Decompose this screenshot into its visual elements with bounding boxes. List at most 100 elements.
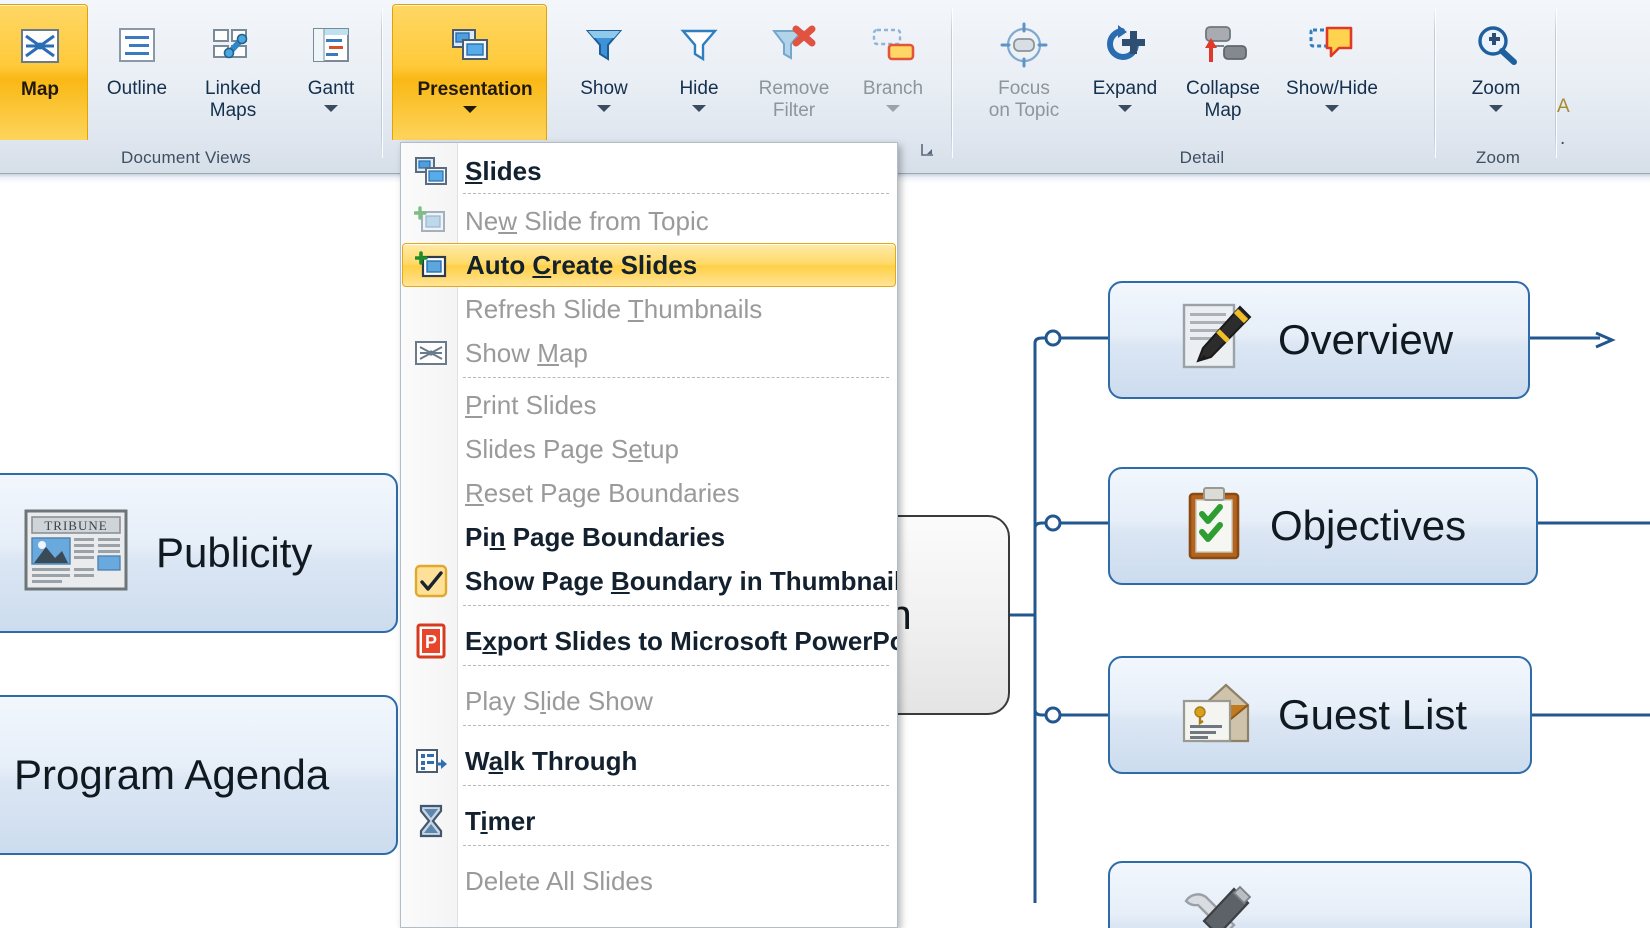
menu-separator-3: [463, 605, 889, 607]
ribbon-button-remove-filter: Remove Filter: [746, 4, 842, 140]
clipboard-check-icon: [1182, 486, 1248, 567]
chevron-down-icon[interactable]: [692, 105, 706, 112]
menu-item-show-page-boundary-in-thumbnails[interactable]: Show Page Boundary in Thumbnails: [402, 559, 898, 603]
ribbon-button-partial-label[interactable]: A: [1557, 96, 1570, 118]
ribbon-separator-3: [1434, 8, 1435, 158]
menu-item-show-map: Show Map: [402, 331, 896, 375]
chevron-down-icon[interactable]: [324, 105, 338, 112]
slides-icon: [411, 151, 451, 191]
ribbon-button-zoom[interactable]: Zoom: [1448, 4, 1544, 140]
menu-item-export-slides-to-powerpoint[interactable]: P Export Slides to Microsoft PowerPoint: [402, 619, 897, 663]
chevron-down-icon[interactable]: [597, 105, 611, 112]
ribbon-button-hide-label: Hide: [679, 78, 719, 99]
ribbon-button-outline[interactable]: Outline: [89, 4, 185, 140]
new-slide-icon: [412, 246, 452, 286]
ribbon-separator-4: [1555, 8, 1556, 158]
ribbon-button-hide[interactable]: Hide: [651, 4, 747, 140]
ribbon-button-collapse-map[interactable]: Collapse Map: [1175, 4, 1271, 140]
chevron-down-icon[interactable]: [1118, 105, 1132, 112]
menu-item-refresh-slide-thumbnails-label: Refresh Slide Thumbnails: [465, 293, 763, 324]
map-icon: [411, 333, 451, 373]
ribbon-button-zoom-label: Zoom: [1471, 78, 1521, 99]
ribbon-button-outline-label: Outline: [106, 78, 168, 99]
ribbon-button-gantt[interactable]: Gantt: [283, 4, 379, 140]
ribbon-button-expand[interactable]: Expand: [1077, 4, 1173, 140]
chevron-down-icon: [886, 105, 900, 112]
ribbon-button-focus-on-topic: Focus on Topic: [970, 4, 1078, 140]
ribbon-button-show[interactable]: Show: [556, 4, 652, 140]
map-topic-publicity-label: Publicity: [156, 529, 313, 576]
menu-item-delete-all-slides: Delete All Slides: [402, 859, 896, 903]
checkbox-checked-icon[interactable]: [411, 561, 451, 601]
collapse-map-icon: [1196, 14, 1250, 76]
map-topic-guest-list-label: Guest List: [1278, 691, 1468, 738]
map-topic-guest-list[interactable]: Guest List: [1108, 656, 1532, 774]
menu-item-slides[interactable]: Slides: [402, 149, 896, 193]
menu-item-show-page-boundary-in-thumbnails-label: Show Page Boundary in Thumbnails: [465, 565, 898, 596]
powerpoint-icon: P: [411, 621, 451, 661]
menu-item-auto-create-slides-label: Auto Create Slides: [466, 249, 698, 280]
menu-item-show-map-label: Show Map: [465, 337, 588, 368]
walk-through-icon: [411, 741, 451, 781]
ribbon-button-map-label: Map: [21, 79, 59, 100]
menu-item-refresh-slide-thumbnails: Refresh Slide Thumbnails: [402, 287, 896, 331]
zoom-in-icon: [1472, 14, 1520, 76]
menu-separator-5: [463, 725, 889, 727]
menu-item-slides-page-setup: Slides Page Setup: [402, 427, 896, 471]
menu-item-auto-create-slides[interactable]: Auto Create Slides: [402, 243, 896, 287]
envelope-card-icon: [1178, 675, 1256, 756]
ribbon-group-label-zoom: Zoom: [1475, 148, 1521, 167]
ribbon-button-presentation[interactable]: Presentation: [392, 4, 547, 140]
ribbon-button-gantt-label: Gantt: [307, 78, 355, 99]
menu-separator-1: [463, 193, 889, 195]
svg-text:P: P: [425, 632, 437, 652]
chevron-down-icon[interactable]: [462, 106, 477, 113]
ribbon-button-focus-on-topic-label: Focus on Topic: [988, 78, 1060, 121]
chevron-down-icon[interactable]: [1325, 105, 1339, 112]
newspaper-icon: TRIBUNE: [22, 505, 134, 602]
menu-item-timer[interactable]: Timer: [402, 799, 896, 843]
menu-item-walk-through[interactable]: Walk Through: [402, 739, 896, 783]
ribbon-group-document-views: Map Outline Linked Maps Gantt Document V…: [0, 0, 372, 173]
ribbon-button-branch-label: Branch: [862, 78, 924, 99]
ribbon-button-show-hide[interactable]: Show/Hide: [1274, 4, 1390, 140]
ribbon-button-presentation-label: Presentation: [417, 79, 533, 100]
show-hide-icon: [1305, 14, 1359, 76]
menu-item-print-slides: Print Slides: [402, 383, 896, 427]
map-topic-tools[interactable]: [1108, 861, 1532, 928]
ribbon-button-show-hide-label: Show/Hide: [1286, 78, 1378, 99]
menu-separator-6: [463, 785, 889, 787]
presentation-dropdown-menu[interactable]: Slides New Slide from Topic Auto Create …: [400, 142, 898, 928]
ribbon-group-detail: Focus on Topic Expand Collapse Map Show/…: [962, 0, 1432, 173]
map-topic-objectives-label: Objectives: [1270, 502, 1467, 549]
map-topic-objectives[interactable]: Objectives: [1108, 467, 1538, 585]
menu-item-new-slide-from-topic-label: New Slide from Topic: [465, 205, 709, 236]
menu-separator-4: [463, 665, 889, 667]
menu-separator-2: [463, 377, 889, 379]
ribbon-separator-1: [381, 8, 382, 158]
ribbon-button-expand-label: Expand: [1092, 78, 1158, 99]
ribbon-group-label-detail: Detail: [1179, 148, 1225, 167]
ribbon-group-partial: A .: [1557, 0, 1650, 173]
map-topic-overview[interactable]: Overview: [1108, 281, 1530, 399]
menu-item-pin-page-boundaries[interactable]: Pin Page Boundaries: [402, 515, 896, 559]
branch-filter-icon: [867, 14, 919, 76]
filter-dialog-launcher[interactable]: [920, 142, 936, 158]
tools-icon: [1178, 883, 1256, 928]
ribbon-button-collapse-map-label: Collapse Map: [1186, 78, 1260, 121]
document-pen-icon: [1178, 301, 1256, 380]
ribbon-group-zoom: Zoom Zoom: [1443, 0, 1553, 173]
map-topic-program-agenda-label: Program Agenda: [14, 751, 330, 798]
ribbon-group-label-document-views: Document Views: [120, 148, 252, 167]
hourglass-icon: [411, 801, 451, 841]
map-topic-program-agenda[interactable]: Program Agenda: [0, 695, 398, 855]
ribbon-button-linked-maps[interactable]: Linked Maps: [185, 4, 281, 140]
chevron-down-icon[interactable]: [1489, 105, 1503, 112]
funnel-outline-icon: [676, 14, 722, 76]
menu-item-reset-page-boundaries: Reset Page Boundaries: [402, 471, 896, 515]
menu-item-walk-through-label: Walk Through: [465, 745, 638, 776]
ribbon-button-map[interactable]: Map: [0, 4, 88, 140]
map-topic-publicity[interactable]: TRIBUNE Publicity: [0, 473, 398, 633]
ribbon-separator-2: [951, 8, 952, 158]
new-slide-icon: [411, 201, 451, 241]
